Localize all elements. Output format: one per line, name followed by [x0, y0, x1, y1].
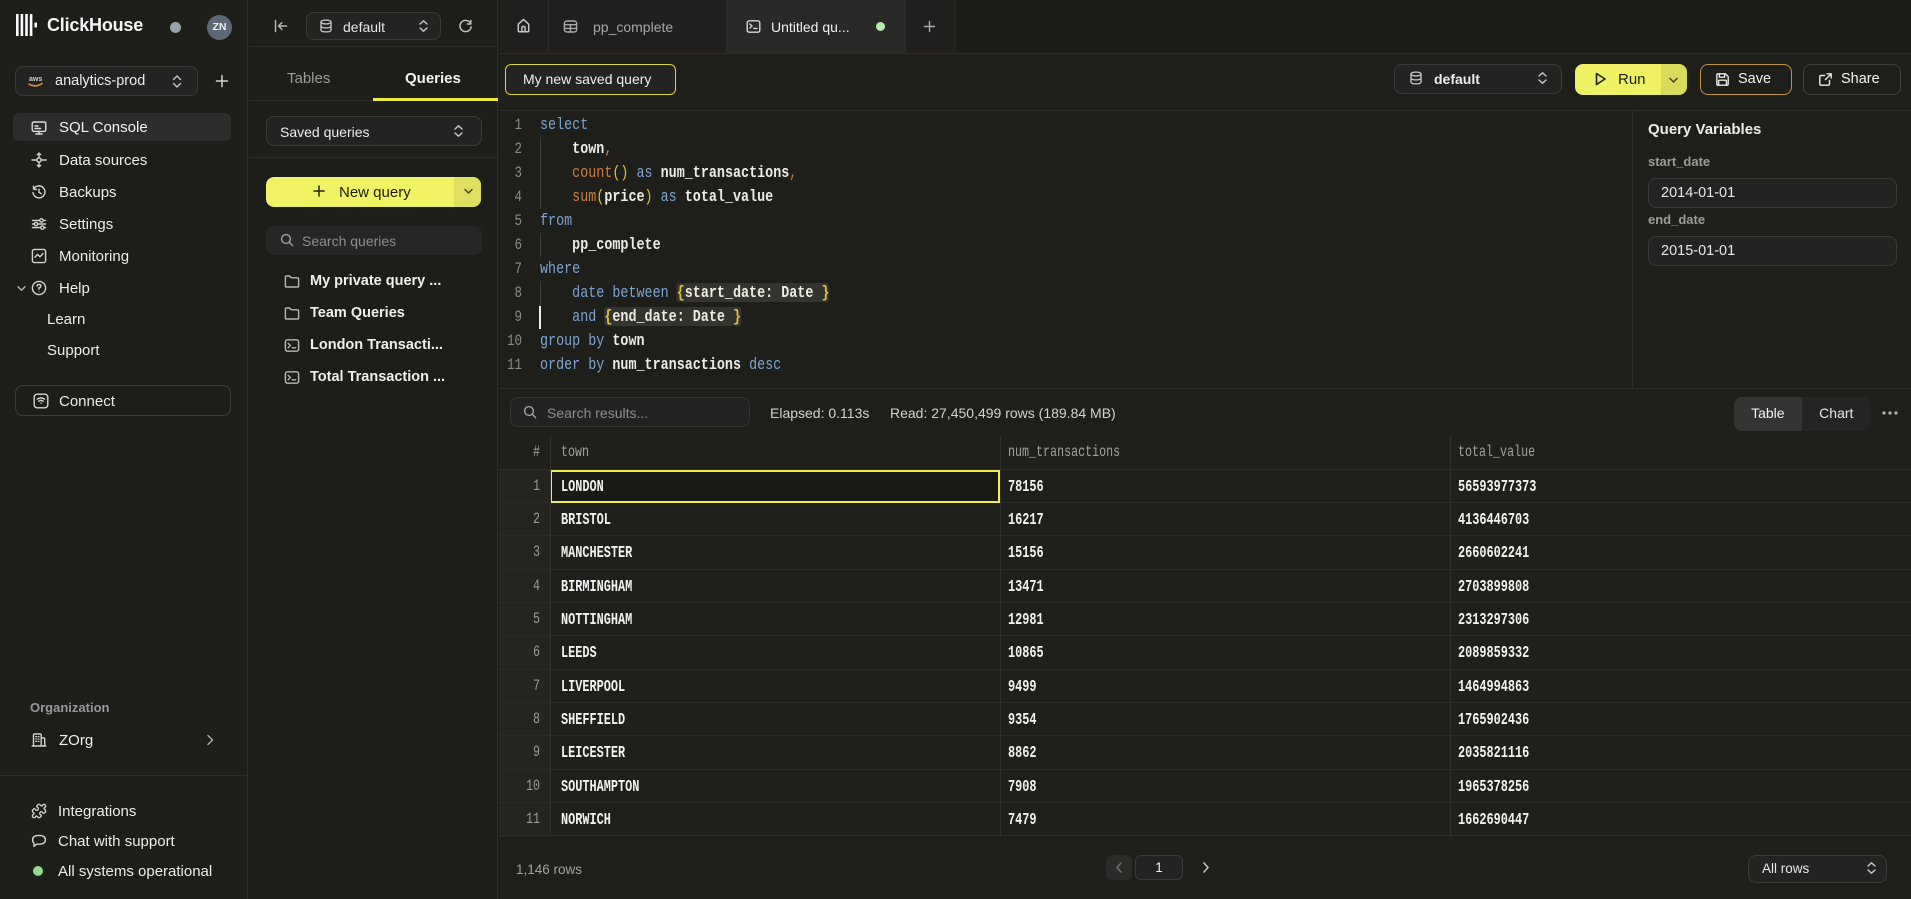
- svg-text:aws: aws: [29, 76, 42, 83]
